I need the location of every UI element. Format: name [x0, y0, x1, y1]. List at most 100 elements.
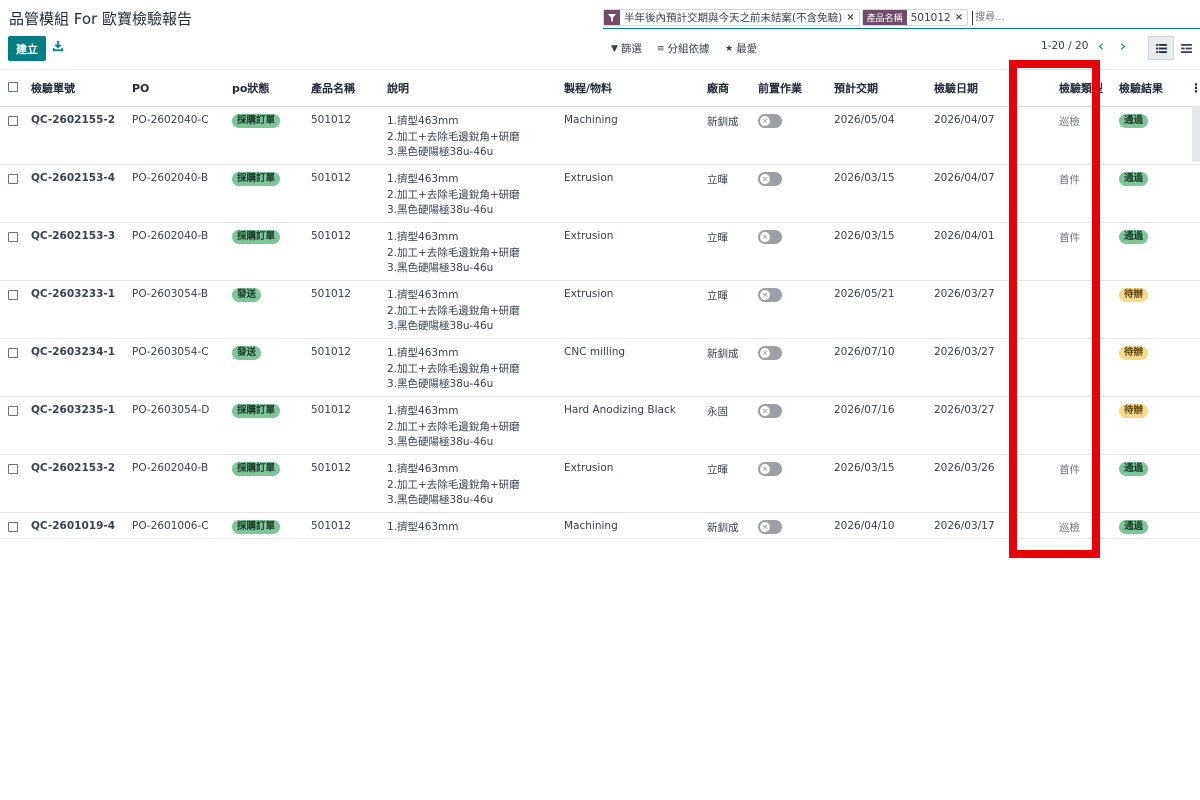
create-button[interactable]: 建立 [8, 36, 46, 61]
table-row[interactable]: QC-2602153-2 PO-2602040-B 採購訂單 501012 1.擠型46… [0, 454, 1200, 513]
table-row[interactable]: QC-2603233-1 PO-2603054-B 發送 501012 1.擠型463m… [0, 280, 1200, 339]
pivot-view-icon[interactable] [1174, 36, 1198, 60]
row-checkbox[interactable] [0, 222, 31, 281]
prep-toggle-cell: × [758, 280, 834, 339]
select-all-checkbox[interactable] [0, 69, 31, 107]
prep-toggle[interactable]: × [758, 346, 782, 360]
column-header[interactable]: 製程/物料 [564, 69, 707, 107]
column-header[interactable]: 檢驗結果 [1110, 69, 1190, 107]
table-row[interactable]: QC-2602153-4 PO-2602040-B 採購訂單 501012 1.擠型46… [0, 164, 1200, 223]
column-header[interactable]: 產品名稱 [311, 69, 387, 107]
table-row[interactable]: QC-2602153-3 PO-2602040-B 採購訂單 501012 1.擠型46… [0, 222, 1200, 281]
prep-toggle[interactable]: × [758, 520, 782, 534]
prep-toggle[interactable]: × [758, 172, 782, 186]
row-checkbox[interactable] [0, 512, 31, 539]
status-badge: 待辦 [1119, 288, 1149, 302]
favorites-menu[interactable]: ★ 最愛 [725, 41, 757, 56]
vertical-dots-icon[interactable]: ⋮ [1190, 69, 1200, 107]
status-badge: 採購訂單 [232, 462, 281, 476]
chevron-left-icon[interactable]: ‹ [1094, 39, 1108, 55]
filter-menu[interactable]: ▼ 篩選 [611, 41, 642, 56]
inspection-result-cell: 通過 [1110, 164, 1190, 223]
column-header[interactable]: po狀態 [232, 69, 311, 107]
row-checkbox[interactable] [0, 164, 31, 223]
inspection-type [1034, 280, 1110, 339]
description-line: 1.擠型463mm [387, 347, 459, 359]
inspection-type: 巡檢 [1034, 512, 1110, 539]
table-row[interactable]: QC-2601019-4 PO-2601006-C 採購訂單 501012 1.擠型46… [0, 512, 1200, 539]
column-header[interactable]: PO [132, 69, 232, 107]
download-icon[interactable] [52, 40, 66, 54]
column-header[interactable]: 檢驗類型 [1034, 69, 1110, 107]
prep-toggle[interactable]: × [758, 114, 782, 128]
po-number: PO-2602040-B [132, 164, 232, 223]
qc-number: QC-2602155-2 [31, 106, 132, 165]
search-facet-product[interactable]: 產品名稱 501012 × [861, 9, 969, 26]
row-checkbox[interactable] [0, 454, 31, 513]
status-badge: 採購訂單 [232, 230, 281, 244]
close-icon: × [760, 174, 770, 184]
column-header[interactable]: 檢驗日期 [934, 69, 1034, 107]
scrollbar[interactable] [1192, 106, 1200, 162]
chevron-right-icon[interactable]: › [1116, 39, 1130, 55]
table-row[interactable]: QC-2603235-1 PO-2603054-D 採購訂單 501012 1.擠型46… [0, 396, 1200, 455]
inspection-date: 2026/03/17 [934, 512, 1034, 539]
product-name: 501012 [311, 164, 387, 223]
close-icon[interactable]: × [955, 10, 967, 25]
description: 1.擠型463mm [387, 512, 564, 539]
process-material: CNC milling [564, 338, 707, 397]
description-line: 2.加工+去除毛邊銳角+研磨 [387, 478, 520, 491]
description: 1.擠型463mm 2.加工+去除毛邊銳角+研磨 3.黑色硬陽極38u-46u [387, 338, 564, 397]
column-header[interactable]: 說明 [387, 69, 564, 107]
table-header-row: 檢驗單號 PO po狀態 產品名稱 說明 製程/物料 廠商 前置作業 預計交期 … [0, 69, 1200, 107]
description-line: 2.加工+去除毛邊銳角+研磨 [387, 420, 520, 433]
inspection-date: 2026/03/27 [934, 338, 1034, 397]
status-badge: 採購訂單 [232, 404, 281, 418]
qc-number: QC-2601019-4 [31, 512, 132, 539]
column-header[interactable]: 前置作業 [758, 69, 834, 107]
po-status-cell: 採購訂單 [232, 106, 311, 165]
process-material: Extrusion [564, 222, 707, 281]
row-checkbox[interactable] [0, 396, 31, 455]
po-status-cell: 採購訂單 [232, 164, 311, 223]
search-bar[interactable]: 半年後內預計交期與今天之前未結案(不含免驗) × 產品名稱 501012 × [603, 7, 1200, 29]
description-line: 1.擠型463mm [387, 405, 459, 417]
search-facet-filter[interactable]: 半年後內預計交期與今天之前未結案(不含免驗) × [603, 9, 860, 26]
favorites-label: 最愛 [736, 43, 758, 55]
prep-toggle[interactable]: × [758, 462, 782, 476]
table-row[interactable]: QC-2603234-1 PO-2603054-C 發送 501012 1.擠型463m… [0, 338, 1200, 397]
row-checkbox[interactable] [0, 280, 31, 339]
process-material: Machining [564, 106, 707, 165]
description-line: 2.加工+去除毛邊銳角+研磨 [387, 246, 520, 259]
prep-toggle-cell: × [758, 106, 834, 165]
pager-value[interactable]: 1-20 / 20 [1041, 40, 1088, 52]
status-badge: 採購訂單 [232, 520, 281, 534]
status-badge: 通過 [1119, 462, 1149, 476]
close-icon[interactable]: × [846, 10, 858, 25]
list-lines-icon: ≡ [657, 43, 665, 54]
column-header[interactable]: 檢驗單號 [31, 69, 132, 107]
prep-toggle[interactable]: × [758, 288, 782, 302]
description-line: 2.加工+去除毛邊銳角+研磨 [387, 188, 520, 201]
inspection-type [1034, 338, 1110, 397]
column-header[interactable]: 廠商 [707, 69, 758, 107]
inspection-result-cell: 待辦 [1110, 338, 1190, 397]
qc-number: QC-2603234-1 [31, 338, 132, 397]
po-status-cell: 採購訂單 [232, 512, 311, 539]
prep-toggle-cell: × [758, 396, 834, 455]
list-view-icon[interactable] [1148, 36, 1174, 60]
group-by-menu[interactable]: ≡ 分組依據 [657, 41, 710, 56]
process-material: Hard Anodizing Black [564, 396, 707, 455]
search-input[interactable] [972, 10, 1063, 25]
prep-toggle[interactable]: × [758, 230, 782, 244]
table-row[interactable]: QC-2602155-2 PO-2602040-C 採購訂單 501012 1.擠型46… [0, 106, 1200, 165]
prep-toggle-cell: × [758, 338, 834, 397]
product-name: 501012 [311, 280, 387, 339]
column-header[interactable]: 預計交期 [834, 69, 934, 107]
row-checkbox[interactable] [0, 338, 31, 397]
prep-toggle[interactable]: × [758, 404, 782, 418]
description: 1.擠型463mm 2.加工+去除毛邊銳角+研磨 3.黑色硬陽極38u-46u [387, 222, 564, 281]
row-checkbox[interactable] [0, 106, 31, 165]
due-date: 2026/07/16 [834, 396, 934, 455]
due-date: 2026/04/10 [834, 512, 934, 539]
